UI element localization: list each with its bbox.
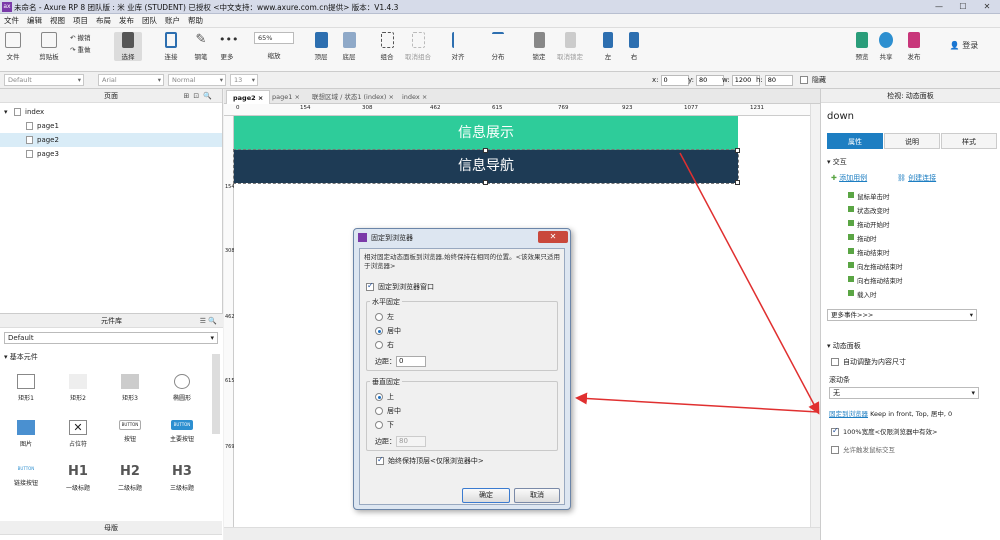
h-option-center[interactable]: 居中 — [375, 326, 401, 336]
annotation-arrow-left — [575, 392, 819, 413]
v-margin-row: 边距： 80 — [375, 436, 426, 447]
pin-to-browser-dialog: 固定到浏览器 ✕ 相对固定动态面板到浏览器,始终保持在相同的位置。<该效果只适用… — [353, 228, 571, 510]
cancel-button[interactable]: 取消 — [514, 488, 560, 503]
dialog-app-icon — [358, 233, 367, 242]
horizontal-group: 水平固定 左 居中 右 边距： 0 — [366, 297, 558, 371]
v-bottom-radio[interactable] — [375, 421, 383, 429]
dialog-body: 相对固定动态面板到浏览器,始终保持在相同的位置。<该效果只适用于浏览器> 固定到… — [359, 248, 565, 505]
close-icon[interactable]: ✕ — [538, 231, 568, 243]
v-margin-field[interactable]: 80 — [396, 436, 426, 447]
pin-window-option[interactable]: 固定到浏览器窗口 — [366, 281, 434, 292]
h-option-left[interactable]: 左 — [375, 312, 394, 322]
h-margin-row: 边距： 0 — [375, 356, 426, 367]
dialog-title: 固定到浏览器 — [371, 234, 413, 242]
annotation-arrow-right — [679, 152, 820, 415]
keep-front-option[interactable]: 始终保持顶层<仅限浏览器中> — [376, 455, 484, 466]
h-right-radio[interactable] — [375, 341, 383, 349]
h-margin-field[interactable]: 0 — [396, 356, 426, 367]
v-option-bottom[interactable]: 下 — [375, 420, 394, 430]
h-center-radio[interactable] — [375, 327, 383, 335]
v-center-radio[interactable] — [375, 407, 383, 415]
v-top-radio[interactable] — [375, 393, 383, 401]
h-option-right[interactable]: 右 — [375, 340, 394, 350]
v-option-center[interactable]: 居中 — [375, 406, 401, 416]
dialog-description: 相对固定动态面板到浏览器,始终保持在相同的位置。<该效果只适用于浏览器> — [364, 253, 561, 270]
vertical-group-label: 垂直固定 — [370, 377, 402, 387]
pin-window-checkbox[interactable] — [366, 281, 374, 291]
vertical-group: 垂直固定 上 居中 下 边距： 80 — [366, 377, 558, 451]
horizontal-group-label: 水平固定 — [370, 297, 402, 307]
keep-front-checkbox[interactable] — [376, 455, 384, 465]
v-option-top[interactable]: 上 — [375, 392, 394, 402]
ok-button[interactable]: 确定 — [462, 488, 510, 503]
h-left-radio[interactable] — [375, 313, 383, 321]
